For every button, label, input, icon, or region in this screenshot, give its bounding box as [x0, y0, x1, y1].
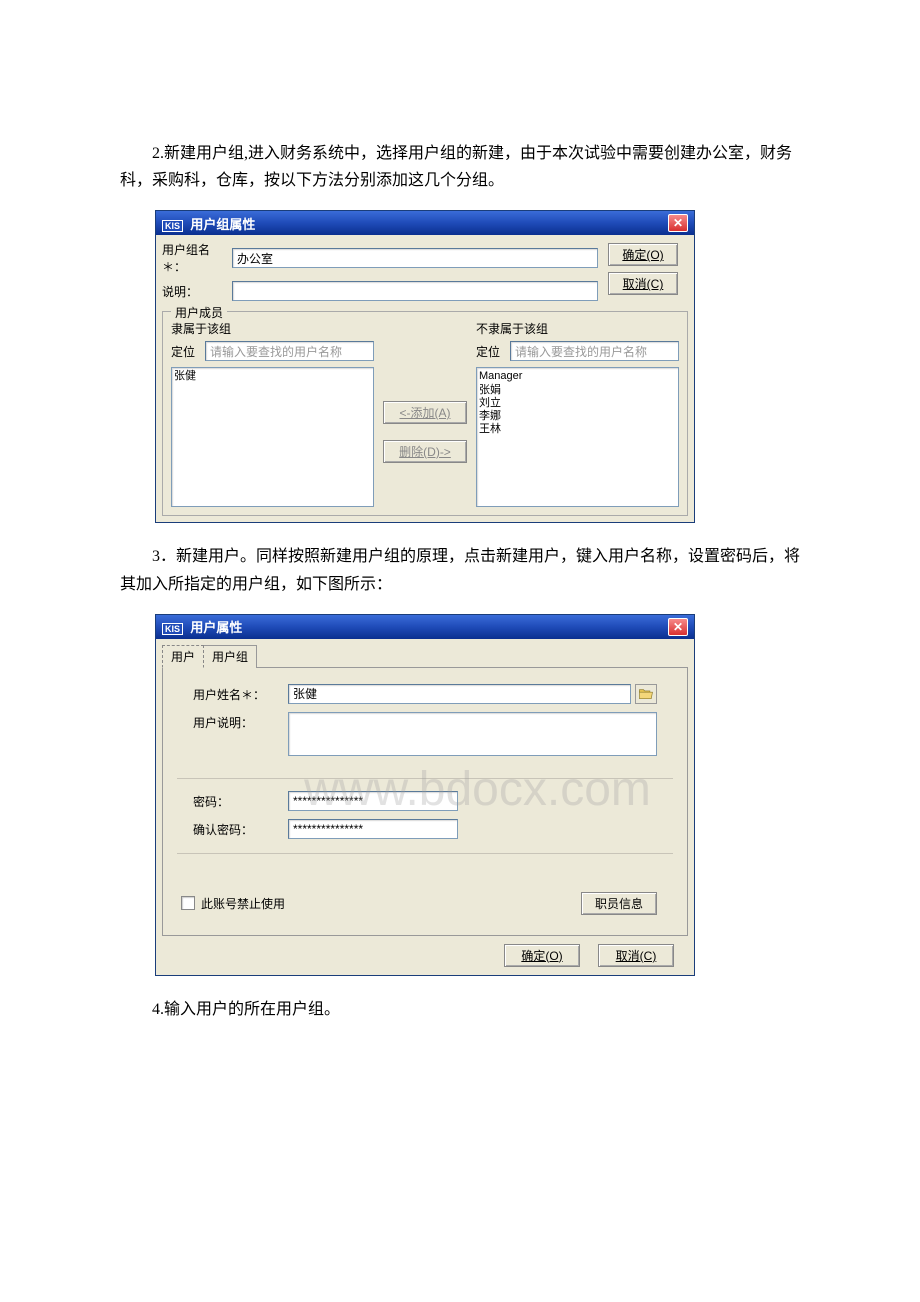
dialog-user-properties: www.bdocx.com KIS 用户属性 ✕ 用户 用户组 用户姓名＊： [155, 614, 800, 976]
checkbox-box [181, 896, 195, 910]
cancel-button[interactable]: 取消(C) [608, 272, 678, 295]
desc-label: 说明： [162, 283, 232, 300]
titlebar: KIS 用户属性 ✕ [156, 615, 694, 639]
locate-input-right[interactable] [510, 341, 679, 361]
confirm-password-input[interactable] [288, 819, 458, 839]
tab-user[interactable]: 用户 [162, 645, 204, 668]
disable-account-label: 此账号禁止使用 [201, 895, 285, 912]
list-item[interactable]: 张娟 [479, 384, 676, 397]
userdesc-input[interactable] [288, 712, 657, 756]
locate-label-left: 定位 [171, 343, 205, 360]
list-item[interactable]: 李娜 [479, 410, 676, 423]
add-button[interactable]: <-添加(A) [383, 401, 467, 424]
tab-user-group[interactable]: 用户组 [203, 645, 257, 668]
notbelong-listbox[interactable]: Manager 张娟 刘立 李娜 王林 [476, 367, 679, 507]
title-text: KIS 用户属性 [162, 617, 242, 636]
password-label: 密码： [193, 791, 288, 810]
ok-button[interactable]: 确定(O) [608, 243, 678, 266]
dialog-user-group-properties: KIS 用户组属性 ✕ 用户组名＊： 说明： 确定(O) [155, 210, 800, 523]
notbelong-label: 不隶属于该组 [476, 320, 679, 337]
desc-input[interactable] [232, 281, 598, 301]
password-input[interactable] [288, 791, 458, 811]
kis-icon: KIS [162, 623, 183, 635]
userdesc-label: 用户说明： [193, 712, 288, 731]
members-legend: 用户成员 [171, 304, 227, 321]
close-icon[interactable]: ✕ [668, 214, 688, 232]
browse-button[interactable] [635, 684, 657, 704]
titlebar: KIS 用户组属性 ✕ [156, 211, 694, 235]
kis-icon: KIS [162, 220, 183, 232]
list-item[interactable]: 王林 [479, 423, 676, 436]
confirm-password-label: 确认密码： [193, 819, 288, 838]
folder-open-icon [638, 687, 654, 700]
belong-listbox[interactable]: 张健 [171, 367, 374, 507]
members-fieldset: 用户成员 隶属于该组 定位 张健 <-添加(A) 删除 [162, 311, 688, 516]
belong-label: 隶属于该组 [171, 320, 374, 337]
list-item[interactable]: 刘立 [479, 397, 676, 410]
title-text: KIS 用户组属性 [162, 214, 255, 233]
disable-account-checkbox[interactable]: 此账号禁止使用 [181, 895, 285, 912]
ok-button[interactable]: 确定(O) [504, 944, 580, 967]
employee-info-button[interactable]: 职员信息 [581, 892, 657, 915]
paragraph-step4: 4.输入用户的所在用户组。 [120, 996, 800, 1023]
delete-button[interactable]: 删除(D)-> [383, 440, 467, 463]
notbelong-column: 不隶属于该组 定位 Manager 张娟 刘立 李娜 王林 [476, 320, 679, 507]
locate-label-right: 定位 [476, 343, 510, 360]
username-input[interactable] [288, 684, 631, 704]
paragraph-step3: 3．新建用户。同样按照新建用户组的原理，点击新建用户，键入用户名称，设置密码后，… [120, 543, 800, 597]
locate-input-left[interactable] [205, 341, 374, 361]
belong-column: 隶属于该组 定位 张健 [171, 320, 374, 507]
list-item[interactable]: 张健 [174, 370, 371, 383]
username-label: 用户姓名＊： [193, 684, 288, 703]
group-name-label: 用户组名＊： [162, 241, 232, 275]
list-item[interactable]: Manager [479, 370, 676, 383]
paragraph-step2: 2.新建用户组,进入财务系统中，选择用户组的新建，由于本次试验中需要创建办公室，… [120, 140, 800, 194]
group-name-input[interactable] [232, 248, 598, 268]
close-icon[interactable]: ✕ [668, 618, 688, 636]
cancel-button[interactable]: 取消(C) [598, 944, 674, 967]
